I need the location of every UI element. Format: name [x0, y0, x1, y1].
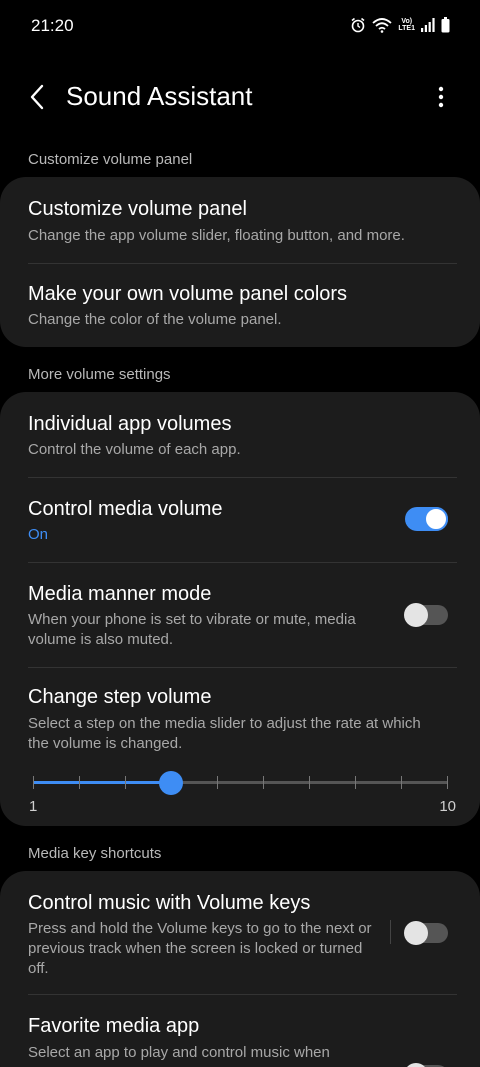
slider-min-label: 1 [29, 798, 38, 815]
item-customize-volume-panel[interactable]: Customize volume panel Change the app vo… [0, 177, 480, 263]
switch-knob [404, 921, 428, 945]
step-volume-slider[interactable] [33, 767, 448, 797]
card-media-key-shortcuts: Control music with Volume keys Press and… [0, 871, 480, 1067]
slider-tick [79, 776, 80, 789]
status-time: 21:20 [31, 16, 74, 35]
item-title: Media manner mode [28, 583, 212, 605]
wifi-icon [372, 18, 392, 33]
item-title: Change step volume [28, 686, 212, 708]
switch-knob [404, 603, 428, 627]
item-subtitle: Change the color of the volume panel. [28, 311, 282, 328]
slider-tick [401, 776, 402, 789]
item-subtitle: Press and hold the Volume keys to go to … [28, 920, 372, 977]
item-subtitle: When your phone is set to vibrate or mut… [28, 611, 356, 648]
item-title: Control media volume [28, 498, 223, 520]
section-header-customize: Customize volume panel [28, 151, 193, 168]
item-volume-panel-colors[interactable]: Make your own volume panel colors Change… [0, 264, 480, 347]
more-options-button[interactable] [426, 82, 456, 112]
battery-icon [441, 17, 450, 33]
item-title: Customize volume panel [28, 198, 247, 220]
switch-knob [424, 507, 448, 531]
item-subtitle: Select a step on the media slider to adj… [28, 715, 421, 752]
back-button[interactable] [22, 82, 52, 112]
item-control-music-volume-keys[interactable]: Control music with Volume keys Press and… [0, 871, 480, 994]
signal-icon [421, 18, 435, 32]
section-header-media-keys: Media key shortcuts [28, 845, 162, 862]
slider-tick [125, 776, 126, 789]
slider-tick [447, 776, 448, 789]
app-bar: Sound Assistant [0, 70, 480, 124]
item-status-on: On [28, 526, 49, 543]
switch-knob [404, 1063, 428, 1067]
item-title: Favorite media app [28, 1015, 200, 1037]
card-more-volume-settings: Individual app volumes Control the volum… [0, 392, 480, 826]
slider-max-label: 10 [439, 798, 456, 815]
slider-fill [33, 781, 171, 784]
vertical-separator [390, 920, 391, 944]
status-bar: 21:20 Vo) LTE1 [0, 0, 480, 52]
control-media-volume-switch[interactable] [405, 507, 448, 531]
slider-tick [355, 776, 356, 789]
slider-tick [217, 776, 218, 789]
more-vertical-icon [438, 86, 444, 108]
slider-thumb[interactable] [159, 771, 183, 795]
page-title: Sound Assistant [66, 81, 253, 111]
item-subtitle: Control the volume of each app. [28, 441, 241, 458]
volte-label-top: Vo) [401, 18, 413, 25]
item-control-media-volume[interactable]: Control media volume On [0, 478, 480, 562]
item-subtitle: Change the app volume slider, floating b… [28, 227, 405, 244]
item-title: Control music with Volume keys [28, 892, 311, 914]
item-media-manner-mode[interactable]: Media manner mode When your phone is set… [0, 563, 480, 667]
volte-label-bottom: LTE1 [398, 25, 415, 32]
media-manner-mode-switch[interactable] [404, 603, 448, 627]
status-icons: Vo) LTE1 [350, 17, 450, 33]
alarm-icon [351, 17, 365, 33]
item-favorite-media-app[interactable]: Favorite media app Select an app to play… [0, 995, 480, 1067]
item-individual-app-volumes[interactable]: Individual app volumes Control the volum… [0, 392, 480, 477]
slider-tick [33, 776, 34, 789]
slider-tick [309, 776, 310, 789]
item-change-step-volume: Change step volume Select a step on the … [0, 668, 480, 826]
section-header-more: More volume settings [28, 366, 171, 383]
card-customize: Customize volume panel Change the app vo… [0, 177, 480, 347]
item-subtitle: Select an app to play and control music … [28, 1044, 330, 1061]
chevron-left-icon [30, 84, 44, 110]
item-title: Make your own volume panel colors [28, 283, 348, 305]
item-title: Individual app volumes [28, 413, 232, 435]
control-music-volume-keys-switch[interactable] [404, 921, 448, 945]
slider-tick [263, 776, 264, 789]
volte-icon: Vo) LTE1 [398, 18, 415, 32]
